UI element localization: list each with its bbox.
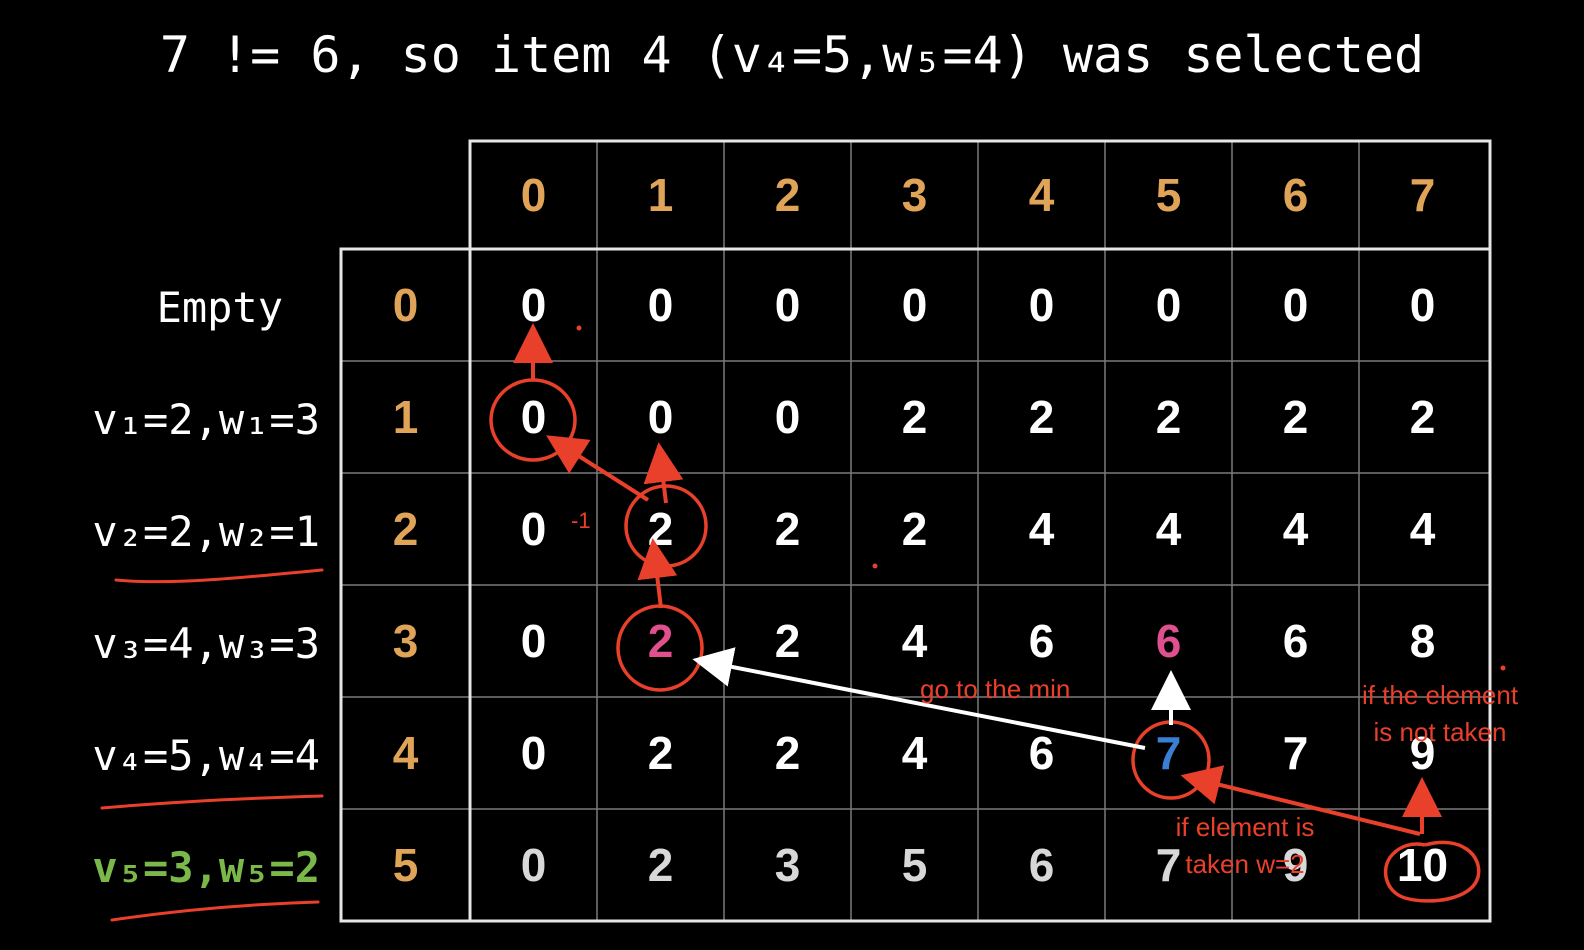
note-taken: if element is taken w=2: [1145, 809, 1345, 883]
circle-r1-c0: [489, 378, 577, 462]
underline-item-2: [114, 568, 324, 584]
note-taken-line1: if element is: [1175, 812, 1315, 842]
note-taken-line2: taken w=2: [1185, 849, 1305, 879]
note-not-taken-line2: is not taken: [1373, 717, 1507, 747]
dp-table-diagram: 7 != 6, so item 4 (v₄=5,w₅=4) was select…: [0, 0, 1584, 950]
arrow-r2c1-to-r1c0: [546, 435, 650, 502]
circle-r3-c1: [616, 604, 704, 692]
note-not-taken-line1: if the element: [1361, 680, 1519, 710]
annotations-overlay: [100, 323, 1506, 922]
underline-item-4: [100, 794, 324, 810]
arrow-r2c1-up: [643, 442, 684, 504]
note-go-to-min: go to the min: [920, 674, 1071, 704]
circle-r4-c5: [1131, 720, 1211, 800]
circle-r5-c7: [1383, 840, 1481, 903]
note-minus-one: -1: [571, 508, 591, 533]
note-not-taken: if the element is not taken: [1340, 677, 1540, 751]
underline-item-5: [110, 900, 320, 922]
